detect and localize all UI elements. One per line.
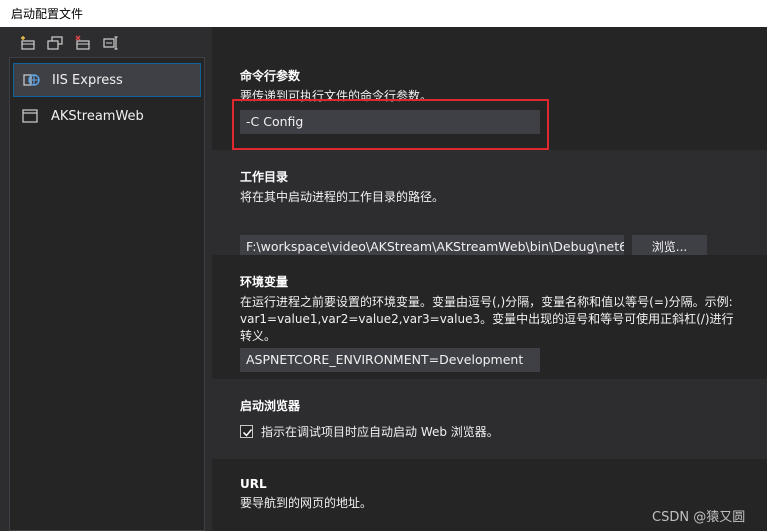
highlight-box [232,99,549,150]
profiles-toolbar [0,27,212,57]
rename-profile-icon[interactable] [102,35,120,51]
iis-icon [22,71,42,89]
watermark: CSDN @猿又圆 [652,510,746,525]
new-profile-icon[interactable] [19,35,37,51]
section-heading: 启动浏览器 [240,399,301,413]
delete-profile-icon[interactable] [74,35,92,51]
env-vars-section: 环境变量 在运行进程之前要设置的环境变量。变量由逗号(,)分隔，变量名称和值以等… [212,255,767,379]
profile-settings-panel: 命令行参数 要传递到可执行文件的命令行参数。 -C Config 工作目录 将在… [212,27,767,531]
profile-item-akstreamweb[interactable]: AKStreamWeb [13,99,201,133]
profile-item-iis-express[interactable]: IIS Express [13,63,201,97]
checkmark-icon [242,428,253,437]
copy-profile-icon[interactable] [46,35,64,51]
section-heading: 命令行参数 [240,69,301,83]
command-args-section: 命令行参数 要传递到可执行文件的命令行参数。 -C Config [212,27,767,150]
profile-label: AKStreamWeb [51,108,144,124]
section-description: 在运行进程之前要设置的环境变量。变量由逗号(,)分隔，变量名称和值以等号(=)分… [240,295,734,343]
env-vars-input[interactable]: ASPNETCORE_ENVIRONMENT=Development [240,348,540,372]
launch-browser-checkbox[interactable] [240,425,253,438]
profiles-pane: IIS Express AKStreamWeb [0,27,212,531]
profiles-list: IIS Express AKStreamWeb [9,57,205,531]
window-title: 启动配置文件 [0,0,767,27]
launch-browser-row: 指示在调试项目时应自动启动 Web 浏览器。 [240,423,499,440]
section-heading: URL [240,477,267,491]
window-icon [21,107,41,125]
launch-browser-section: 启动浏览器 指示在调试项目时应自动启动 Web 浏览器。 [212,379,767,459]
section-heading: 工作目录 [240,170,289,184]
section-description: 将在其中启动进程的工作目录的路径。 [240,190,445,204]
working-directory-section: 工作目录 将在其中启动进程的工作目录的路径。 F:\workspace\vide… [212,150,767,259]
launch-browser-label[interactable]: 指示在调试项目时应自动启动 Web 浏览器。 [261,423,499,440]
profile-label: IIS Express [52,72,123,88]
section-heading: 环境变量 [240,275,289,289]
